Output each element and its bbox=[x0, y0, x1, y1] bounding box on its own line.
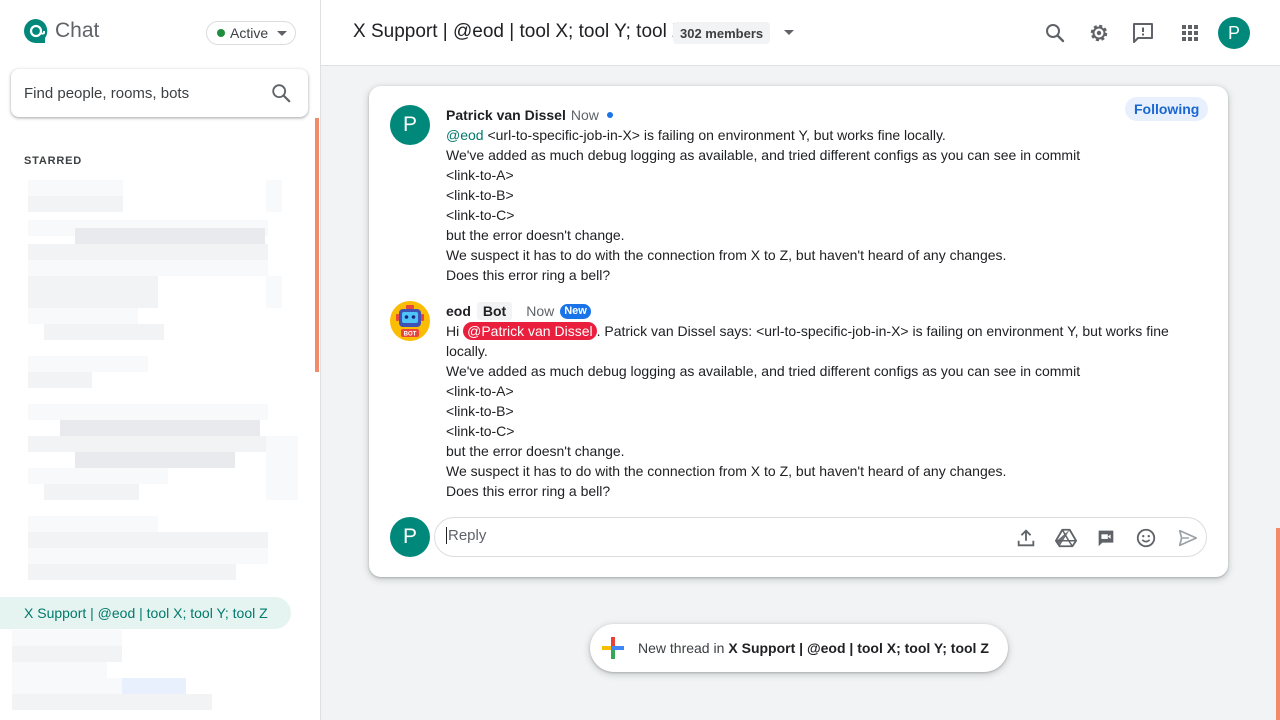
upload-icon[interactable] bbox=[1015, 527, 1037, 549]
members-count[interactable]: 302 members bbox=[673, 22, 771, 44]
message-line: <link-to-C> bbox=[446, 423, 515, 439]
search-icon[interactable] bbox=[270, 82, 292, 104]
message: Patrick van Dissel Now @eod <url-to-spec… bbox=[446, 105, 1206, 285]
svg-text:BOT: BOT bbox=[404, 332, 417, 338]
sidebar-scrollbar[interactable] bbox=[315, 118, 319, 372]
message-header: Patrick van Dissel Now bbox=[446, 105, 1206, 125]
avatar[interactable]: P bbox=[390, 105, 430, 145]
bot-badge: Bot bbox=[476, 302, 513, 320]
plus-icon bbox=[602, 637, 624, 659]
new-badge: New bbox=[560, 303, 591, 319]
message-line: @eod <url-to-specific-job-in-X> is faili… bbox=[446, 127, 946, 143]
main-scrollbar[interactable] bbox=[1276, 528, 1280, 720]
sender-name[interactable]: eod bbox=[446, 303, 471, 319]
search-icon[interactable] bbox=[1043, 21, 1067, 45]
status-selector[interactable]: Active bbox=[206, 21, 296, 45]
feedback-icon[interactable] bbox=[1131, 21, 1155, 45]
sidebar-item-label: X Support | @eod | tool X; tool Y; tool … bbox=[24, 605, 268, 621]
message: eod Bot Now New Hi @Patrick van Dissel. … bbox=[446, 301, 1206, 501]
message-line: <link-to-A> bbox=[446, 167, 514, 183]
room-title: X Support | @eod | tool X; tool Y; tool … bbox=[353, 21, 684, 42]
send-icon[interactable] bbox=[1177, 527, 1199, 549]
message-header: eod Bot Now New bbox=[446, 301, 1206, 321]
message-line: but the error doesn't change. bbox=[446, 227, 625, 243]
search-box bbox=[11, 69, 308, 117]
message-line: Does this error ring a bell? bbox=[446, 267, 611, 283]
message-time: Now bbox=[570, 107, 599, 123]
reply-box bbox=[434, 517, 1207, 557]
message-line: but the error doesn't change. bbox=[446, 443, 625, 459]
blurred-starred-list bbox=[0, 180, 300, 590]
app-name: Chat bbox=[55, 19, 100, 42]
mention-link[interactable]: @eod bbox=[446, 127, 484, 143]
message-line: We've added as much debug logging as ava… bbox=[446, 363, 1081, 379]
blurred-room-list bbox=[0, 630, 300, 720]
mention-chip[interactable]: @Patrick van Dissel bbox=[463, 322, 597, 340]
new-thread-room: X Support | @eod | tool X; tool Y; tool … bbox=[728, 640, 989, 656]
status-active-dot bbox=[217, 29, 225, 37]
meet-video-icon[interactable] bbox=[1095, 527, 1117, 549]
drive-icon[interactable] bbox=[1055, 527, 1077, 549]
reply-input[interactable] bbox=[446, 527, 986, 544]
starred-section-label: STARRED bbox=[24, 155, 82, 167]
sidebar-item-active-room[interactable]: X Support | @eod | tool X; tool Y; tool … bbox=[0, 597, 291, 629]
sender-name[interactable]: Patrick van Dissel bbox=[446, 107, 566, 123]
message-line: Does this error ring a bell? bbox=[446, 483, 611, 499]
thread-card: Following P Patrick van Dissel Now @eod … bbox=[369, 86, 1228, 577]
reply-avatar: P bbox=[390, 517, 430, 557]
apps-grid-icon[interactable] bbox=[1178, 21, 1202, 45]
message-time: Now bbox=[526, 303, 555, 319]
message-line: locally. bbox=[446, 343, 488, 359]
message-line: Hi @Patrick van Dissel. Patrick van Diss… bbox=[446, 322, 1169, 340]
room-header: X Support | @eod | tool X; tool Y; tool … bbox=[321, 0, 1280, 66]
message-line: <link-to-B> bbox=[446, 187, 514, 203]
members-chevron-down-icon[interactable] bbox=[784, 30, 794, 35]
message-line: <link-to-C> bbox=[446, 207, 515, 223]
bot-avatar-icon[interactable]: BOT bbox=[390, 301, 430, 341]
search-input[interactable] bbox=[24, 84, 254, 102]
message-line: <link-to-B> bbox=[446, 403, 514, 419]
message-line: <link-to-A> bbox=[446, 383, 514, 399]
chevron-down-icon bbox=[277, 30, 288, 36]
unread-dot bbox=[606, 112, 613, 118]
message-line: We suspect it has to do with the connect… bbox=[446, 247, 1007, 263]
new-thread-prefix: New thread in bbox=[638, 640, 725, 656]
message-line: We've added as much debug logging as ava… bbox=[446, 147, 1081, 163]
chat-logo[interactable]: Chat bbox=[23, 18, 99, 44]
emoji-icon[interactable] bbox=[1135, 527, 1157, 549]
chat-logo-icon bbox=[24, 19, 48, 43]
user-avatar[interactable]: P bbox=[1218, 17, 1250, 49]
message-line: We suspect it has to do with the connect… bbox=[446, 463, 1007, 479]
gear-icon[interactable] bbox=[1087, 21, 1111, 45]
sidebar: Chat Active STARRED bbox=[0, 0, 321, 720]
status-label: Active bbox=[230, 25, 269, 41]
new-thread-button[interactable]: New thread in X Support | @eod | tool X;… bbox=[590, 624, 1008, 672]
